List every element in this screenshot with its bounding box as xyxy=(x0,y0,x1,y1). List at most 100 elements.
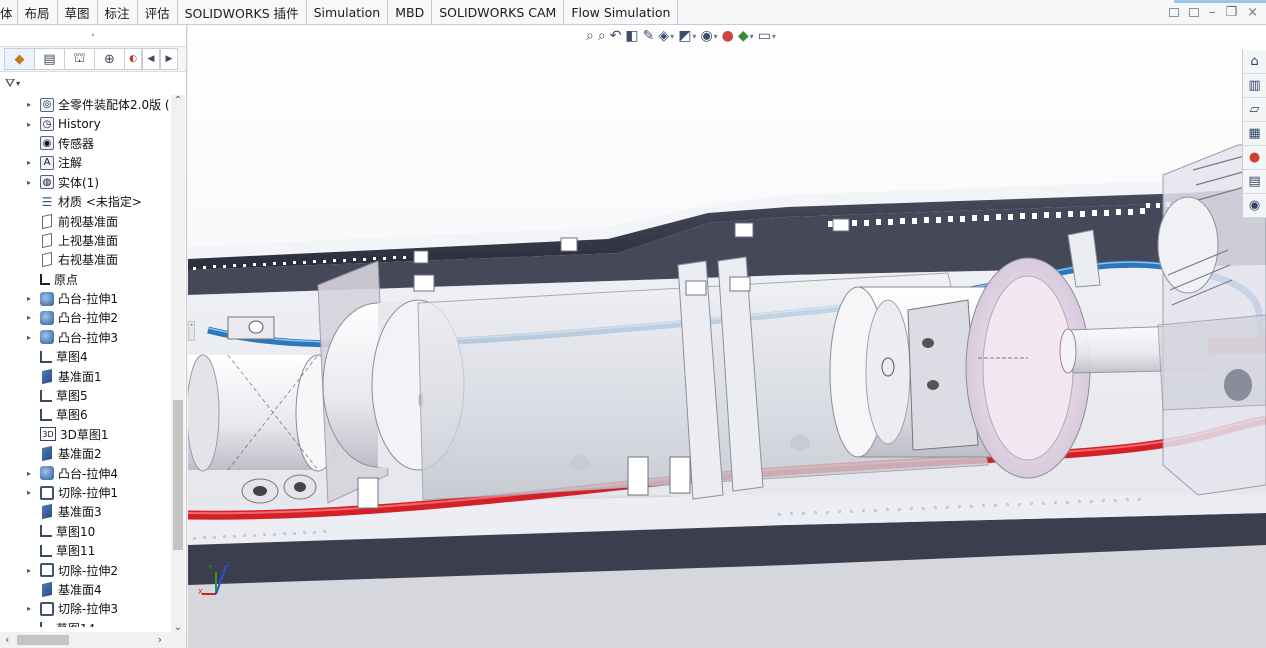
file-explorer-icon[interactable]: ▱ xyxy=(1243,98,1266,122)
tree-node[interactable]: ☰ 材质 <未指定> xyxy=(0,192,172,211)
model-3d-view[interactable] xyxy=(188,25,1266,648)
expand-arrow-icon[interactable]: ▸ xyxy=(24,333,34,342)
tree-node[interactable]: ▸ 凸台-拉伸2 xyxy=(0,308,172,327)
display-style-icon[interactable]: ◩ xyxy=(678,28,691,44)
expand-arrow-icon[interactable]: ▸ xyxy=(24,294,34,303)
tree-node[interactable]: ◉ 传感器 xyxy=(0,134,172,153)
tree-node[interactable]: 原点 xyxy=(0,270,172,289)
tree-node[interactable]: ▸ 凸台-拉伸3 xyxy=(0,328,172,347)
tree-node[interactable]: 基准面1 xyxy=(0,366,172,385)
minimize-button[interactable]: – xyxy=(1209,5,1216,20)
display-manager-icon: ◐ xyxy=(129,54,137,64)
dynamic-annotation-icon[interactable]: ✎ xyxy=(643,28,655,44)
view-palette-icon[interactable]: ▦ xyxy=(1243,122,1266,146)
chevron-down-icon[interactable]: ▾ xyxy=(750,32,754,41)
sensor-folder-icon: ◉ xyxy=(40,136,54,151)
tree-node[interactable]: ▸ 切除-拉伸2 xyxy=(0,560,172,579)
tree-node[interactable]: 基准面3 xyxy=(0,502,172,521)
expand-arrow-icon[interactable]: ▸ xyxy=(24,100,34,109)
tree-node[interactable]: 右视基准面 xyxy=(0,250,172,269)
feature-manager-tab[interactable]: ◆ xyxy=(4,48,34,70)
tree-node[interactable]: 草图4 xyxy=(0,347,172,366)
tree-node[interactable]: ▸ ◷ History xyxy=(0,114,172,133)
expand-arrow-icon[interactable]: ▸ xyxy=(24,469,34,478)
tree-node[interactable]: ▸ A 注解 xyxy=(0,153,172,172)
view-settings-icon[interactable]: ▭ xyxy=(758,28,771,44)
tree-node-label: 凸台-拉伸2 xyxy=(58,311,118,326)
tree-node[interactable]: 基准面2 xyxy=(0,444,172,463)
tab-2[interactable]: 草图 xyxy=(57,0,98,24)
edit-appearance-icon[interactable]: ● xyxy=(722,28,734,44)
display-manager-tab[interactable]: ◐ xyxy=(124,48,142,70)
tree-filter[interactable]: ⛛ ▾ xyxy=(0,72,186,94)
custom-properties-icon[interactable]: ▤ xyxy=(1243,170,1266,194)
tree-horizontal-scrollbar[interactable]: ‹ › xyxy=(0,632,186,648)
chevron-down-icon[interactable]: ▾ xyxy=(772,32,776,41)
tab-4[interactable]: 评估 xyxy=(137,0,178,24)
scroll-right-icon[interactable]: › xyxy=(158,633,162,646)
tab-9[interactable]: Flow Simulation xyxy=(564,0,679,24)
close-button[interactable]: × xyxy=(1247,5,1258,20)
panel-splitter-handle[interactable]: • xyxy=(188,321,195,341)
zoom-to-area-icon[interactable]: ⌕ xyxy=(598,28,606,44)
scroll-up-icon[interactable]: ⌃ xyxy=(171,95,185,106)
expand-arrow-icon[interactable]: ▸ xyxy=(24,158,34,167)
tree-node[interactable]: ▸ ◍ 实体(1) xyxy=(0,173,172,192)
tree-node[interactable]: ▸ 凸台-拉伸1 xyxy=(0,289,172,308)
tree-node[interactable]: 草图14 xyxy=(0,619,172,627)
tree-node[interactable]: ▸ ◎ 全零件装配体2.0版 ( xyxy=(0,95,172,114)
hscroll-thumb[interactable] xyxy=(17,635,69,645)
expand-arrow-icon[interactable]: ▸ xyxy=(24,604,34,613)
tree-node[interactable]: 上视基准面 xyxy=(0,231,172,250)
chevron-down-icon[interactable]: ▾ xyxy=(692,32,696,41)
tree-node[interactable]: 基准面4 xyxy=(0,580,172,599)
tree-node[interactable]: 前视基准面 xyxy=(0,211,172,230)
scroll-thumb[interactable] xyxy=(173,400,183,550)
configuration-manager-tab[interactable]: ⛫ xyxy=(64,48,94,70)
panel-collapse-handle[interactable]: • xyxy=(0,25,186,47)
expand-arrow-icon[interactable]: ▸ xyxy=(24,566,34,575)
tree-node[interactable]: 草图6 xyxy=(0,405,172,424)
view-orientation-icon[interactable]: ◈ xyxy=(658,28,669,44)
tab-5[interactable]: SOLIDWORKS 插件 xyxy=(177,0,307,24)
apply-scene-icon[interactable]: ◆ xyxy=(738,28,749,44)
tab-7[interactable]: MBD xyxy=(388,0,433,24)
restore-button[interactable]: ❐ xyxy=(1225,5,1237,20)
tree-node[interactable]: 草图11 xyxy=(0,541,172,560)
graphics-area[interactable]: ⌕ ⌕ ↶ ◧ ✎ ◈ ▾ ◩ ▾ ◉ ▾ ● ◆ ▾ ▭ ▾ ⌂ ▥ ▱ ▦ ● ▤ ◉… xyxy=(188,25,1266,648)
solidworks-resources-icon[interactable]: ◉ xyxy=(1243,194,1266,218)
tree-node[interactable]: ▸ 凸台-拉伸4 xyxy=(0,463,172,482)
tab-6[interactable]: Simulation xyxy=(306,0,389,24)
tab-scroll-left[interactable]: ◀ xyxy=(142,48,160,70)
history-folder-icon: ◷ xyxy=(40,117,54,132)
tree-node[interactable]: ▸ 切除-拉伸3 xyxy=(0,599,172,618)
section-view-icon[interactable]: ◧ xyxy=(625,28,638,44)
expand-arrow-icon[interactable]: ▸ xyxy=(24,313,34,322)
tree-node[interactable]: 草图10 xyxy=(0,522,172,541)
tile-icon[interactable] xyxy=(1168,8,1179,17)
tab-8[interactable]: SOLIDWORKS CAM xyxy=(432,0,565,24)
home-icon[interactable]: ⌂ xyxy=(1243,50,1266,74)
expand-arrow-icon[interactable]: ▸ xyxy=(24,178,34,187)
chevron-down-icon[interactable]: ▾ xyxy=(714,32,718,41)
tree-vertical-scrollbar[interactable]: ⌃ ⌄ xyxy=(171,95,185,633)
tree-node[interactable]: ▸ 切除-拉伸1 xyxy=(0,483,172,502)
tab-0[interactable]: 体 xyxy=(0,0,18,24)
scroll-left-icon[interactable]: ‹ xyxy=(5,633,9,646)
previous-view-icon[interactable]: ↶ xyxy=(610,28,622,44)
hide-show-items-icon[interactable]: ◉ xyxy=(700,28,712,44)
property-manager-tab[interactable]: ▤ xyxy=(34,48,64,70)
tile-2-icon[interactable] xyxy=(1188,8,1199,17)
dimxpert-manager-tab[interactable]: ⊕ xyxy=(94,48,124,70)
zoom-to-fit-icon[interactable]: ⌕ xyxy=(586,28,594,44)
chevron-down-icon[interactable]: ▾ xyxy=(670,32,674,41)
tree-node[interactable]: 3D 3D草图1 xyxy=(0,425,172,444)
tab-scroll-right[interactable]: ▶ xyxy=(160,48,178,70)
appearances-icon[interactable]: ● xyxy=(1243,146,1266,170)
expand-arrow-icon[interactable]: ▸ xyxy=(24,120,34,129)
tab-1[interactable]: 布局 xyxy=(17,0,58,24)
tree-node[interactable]: 草图5 xyxy=(0,386,172,405)
expand-arrow-icon[interactable]: ▸ xyxy=(24,488,34,497)
design-library-icon[interactable]: ▥ xyxy=(1243,74,1266,98)
tab-3[interactable]: 标注 xyxy=(97,0,138,24)
